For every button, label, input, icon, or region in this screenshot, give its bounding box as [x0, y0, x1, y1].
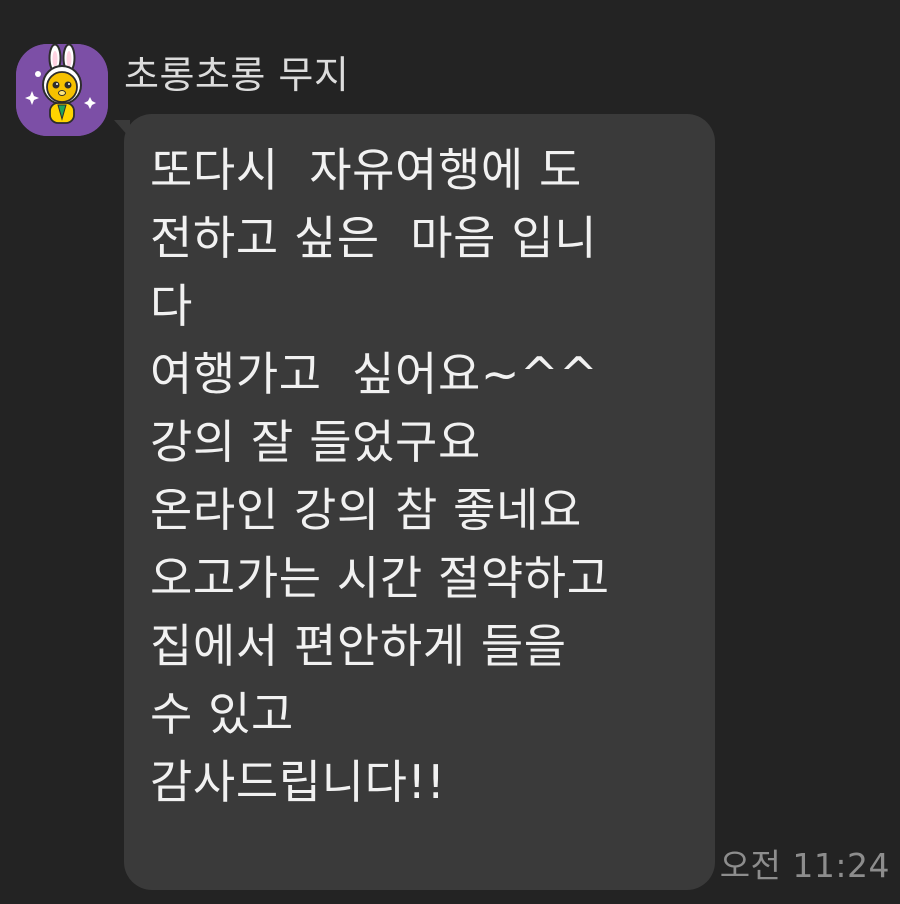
muzi-character-avatar-icon: [16, 44, 108, 136]
sender-avatar[interactable]: [16, 44, 108, 136]
message-bubble[interactable]: 또다시 자유여행에 도 전하고 싶은 마음 입니 다 여행가고 싶어요~^^ 강…: [114, 114, 715, 890]
message-text: 또다시 자유여행에 도 전하고 싶은 마음 입니 다 여행가고 싶어요~^^ 강…: [150, 143, 610, 809]
message-timestamp: 오전 11:24: [719, 846, 890, 885]
sender-name: 초롱초롱 무지: [124, 53, 350, 97]
chat-window: 초롱초롱 무지 또다시 자유여행에 도 전하고 싶은 마음 입니 다 여행가고 …: [0, 0, 900, 904]
